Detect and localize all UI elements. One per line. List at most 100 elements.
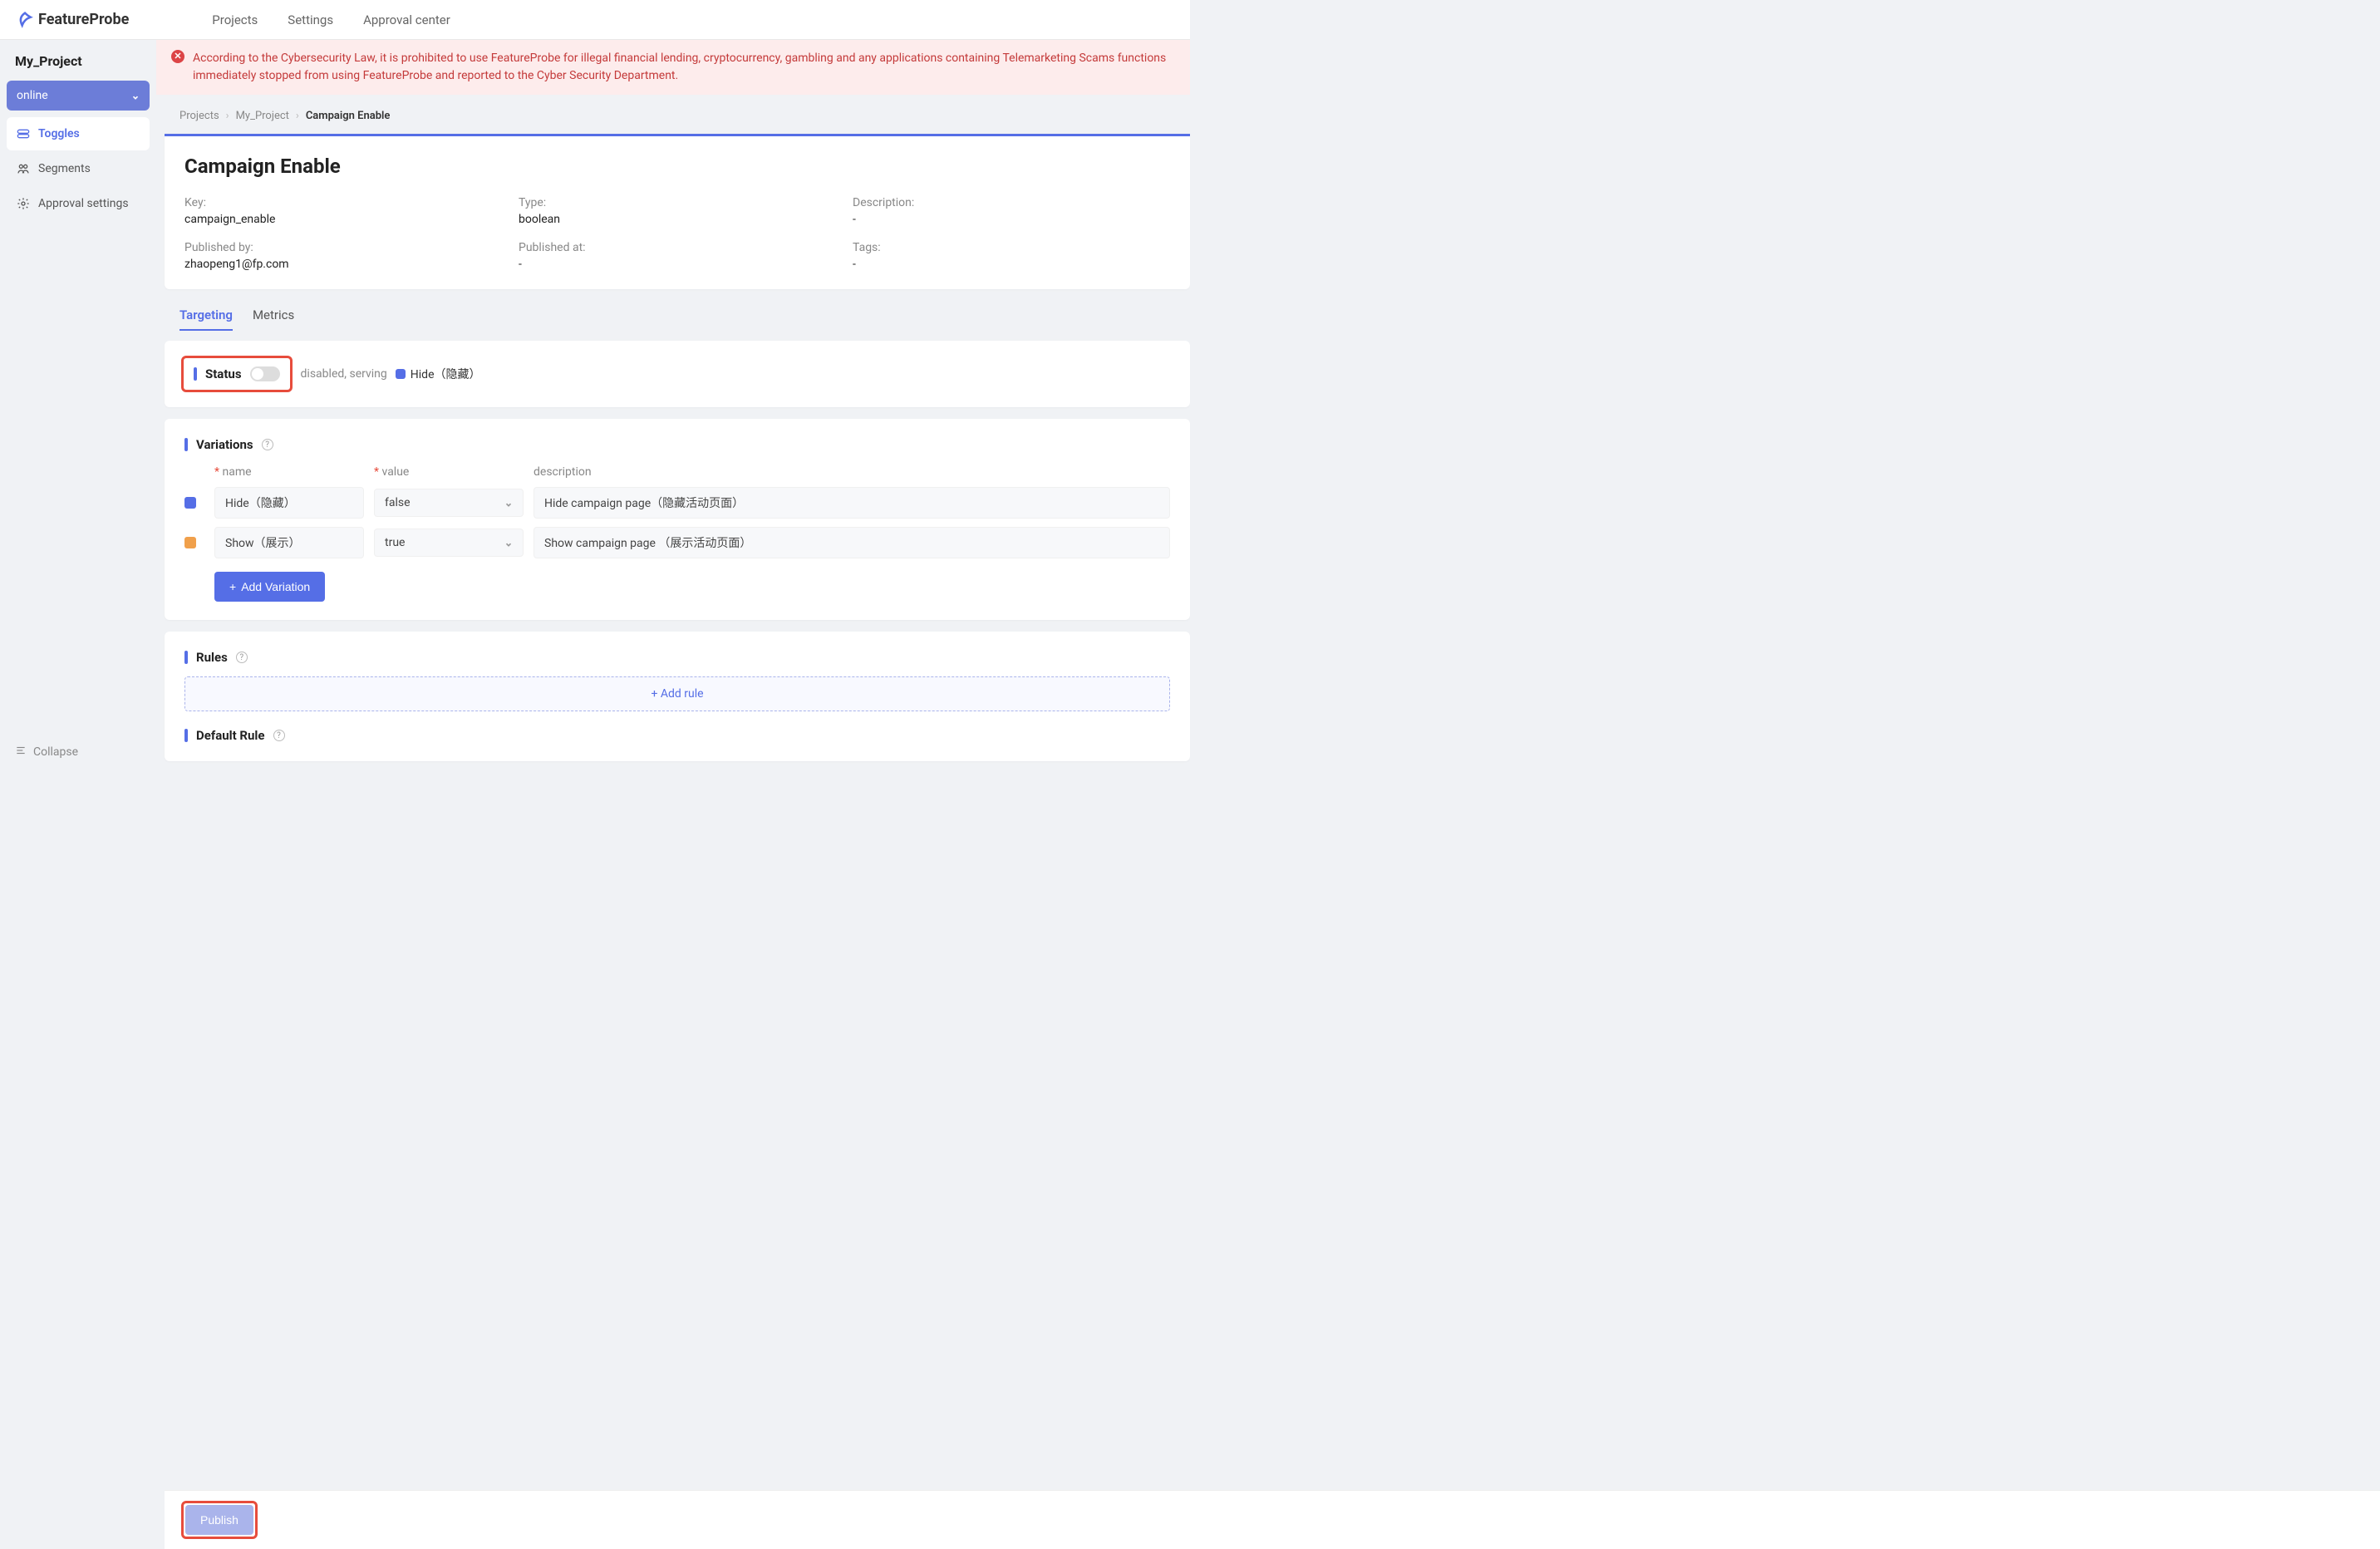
feather-fp-icon bbox=[17, 12, 33, 28]
publish-bar: Publish bbox=[165, 1490, 2380, 1549]
sidebar-nav: Toggles Segments Approval settings bbox=[7, 117, 150, 220]
meta-pubby-label: Published by: bbox=[184, 241, 502, 254]
variation-row: Show（展示） true Show campaign page （展示活动页面… bbox=[184, 527, 1170, 558]
status-serving-text: disabled, serving bbox=[301, 367, 387, 381]
meta-type-label: Type: bbox=[519, 196, 836, 209]
chevron-down-icon bbox=[504, 538, 513, 547]
section-bar-icon bbox=[184, 651, 188, 664]
sidebar-item-label: Segments bbox=[38, 162, 91, 175]
publish-button[interactable]: Publish bbox=[185, 1505, 253, 1535]
meta-pubat-label: Published at: bbox=[519, 241, 836, 254]
main-content: ✕ According to the Cybersecurity Law, it… bbox=[156, 40, 1190, 774]
section-bar-icon bbox=[184, 438, 188, 451]
meta-pubby-value: zhaopeng1@fp.com bbox=[184, 258, 502, 271]
rules-title: Rules bbox=[196, 650, 228, 665]
status-card: Status disabled, serving Hide（隐藏） bbox=[165, 341, 1190, 407]
variation-value: true bbox=[385, 536, 405, 549]
project-name: My_Project bbox=[7, 53, 150, 81]
add-variation-button[interactable]: + Add Variation bbox=[214, 572, 325, 602]
serving-variation-label: Hide（隐藏） bbox=[411, 366, 481, 382]
variation-value-select[interactable]: false bbox=[374, 489, 524, 517]
brand-name: FeatureProbe bbox=[38, 11, 129, 28]
alert-icon: ✕ bbox=[171, 50, 184, 63]
variation-value: false bbox=[385, 496, 411, 509]
meta-pubat-value: - bbox=[519, 258, 836, 271]
variation-desc-input[interactable]: Show campaign page （展示活动页面） bbox=[534, 527, 1170, 558]
meta-key-label: Key: bbox=[184, 196, 502, 209]
col-name-label: name bbox=[214, 465, 364, 479]
publish-label: Publish bbox=[200, 1513, 238, 1527]
brand-logo[interactable]: FeatureProbe bbox=[17, 11, 129, 28]
meta-desc-value: - bbox=[853, 213, 1170, 226]
detail-tabs: Targeting Metrics bbox=[156, 301, 1190, 331]
variation-name-input[interactable]: Show（展示） bbox=[214, 527, 364, 558]
meta-desc-label: Description: bbox=[853, 196, 1170, 209]
breadcrumb-project[interactable]: My_Project bbox=[236, 110, 289, 122]
section-bar-icon bbox=[184, 729, 188, 742]
environment-select[interactable]: online bbox=[7, 81, 150, 111]
variation-row: Hide（隐藏） false Hide campaign page（隐藏活动页面… bbox=[184, 487, 1170, 519]
toggle-info-card: Campaign Enable Key: campaign_enable Typ… bbox=[165, 134, 1190, 289]
rules-card: Rules ? + Add rule Default Rule ? bbox=[165, 632, 1190, 761]
collapse-button[interactable]: Collapse bbox=[7, 736, 150, 768]
segments-icon bbox=[17, 162, 30, 175]
status-title: Status bbox=[205, 366, 242, 381]
sidebar: My_Project online Toggles Segments bbox=[0, 40, 156, 774]
plus-icon: + bbox=[651, 687, 660, 701]
breadcrumb-projects[interactable]: Projects bbox=[179, 110, 219, 122]
alert-text: According to the Cybersecurity Law, it i… bbox=[193, 50, 1175, 85]
toggles-icon bbox=[17, 127, 30, 140]
sidebar-item-segments[interactable]: Segments bbox=[7, 152, 150, 185]
meta-type-value: boolean bbox=[519, 213, 836, 226]
topnav-projects[interactable]: Projects bbox=[212, 12, 258, 27]
security-alert: ✕ According to the Cybersecurity Law, it… bbox=[156, 40, 1190, 95]
meta-tags-value: - bbox=[853, 258, 1170, 271]
topbar: FeatureProbe Projects Settings Approval … bbox=[0, 0, 1190, 40]
variation-color-dot bbox=[184, 537, 196, 548]
sidebar-item-label: Toggles bbox=[38, 127, 80, 140]
variations-card: Variations ? name value description Hide… bbox=[165, 419, 1190, 620]
default-rule-title: Default Rule bbox=[196, 728, 265, 743]
breadcrumb-sep: › bbox=[226, 110, 229, 122]
help-icon[interactable]: ? bbox=[273, 730, 285, 741]
add-rule-button[interactable]: + Add rule bbox=[184, 676, 1170, 711]
meta-tags-label: Tags: bbox=[853, 241, 1170, 254]
environment-label: online bbox=[17, 89, 48, 102]
status-highlight: Status bbox=[181, 356, 293, 392]
collapse-label: Collapse bbox=[33, 745, 78, 759]
section-bar-icon bbox=[194, 367, 197, 381]
sidebar-item-approval[interactable]: Approval settings bbox=[7, 187, 150, 220]
topnav-settings[interactable]: Settings bbox=[288, 12, 333, 27]
status-toggle-switch[interactable] bbox=[250, 366, 280, 381]
variation-color-dot bbox=[184, 497, 196, 509]
help-icon[interactable]: ? bbox=[236, 652, 248, 663]
variation-name-input[interactable]: Hide（隐藏） bbox=[214, 487, 364, 519]
breadcrumb: Projects › My_Project › Campaign Enable bbox=[156, 95, 1190, 134]
serving-variation-chip: Hide（隐藏） bbox=[396, 366, 481, 382]
toggle-meta-grid: Key: campaign_enable Type: boolean Descr… bbox=[184, 196, 1170, 271]
sidebar-item-toggles[interactable]: Toggles bbox=[7, 117, 150, 150]
tab-targeting[interactable]: Targeting bbox=[179, 301, 233, 331]
col-value-label: value bbox=[374, 465, 524, 479]
add-rule-label: Add rule bbox=[661, 687, 704, 701]
chevron-down-icon bbox=[131, 91, 140, 100]
col-desc-label: description bbox=[534, 465, 1170, 479]
sidebar-item-label: Approval settings bbox=[38, 197, 129, 210]
publish-highlight: Publish bbox=[181, 1501, 258, 1539]
variation-color-dot bbox=[396, 369, 406, 379]
variation-value-select[interactable]: true bbox=[374, 529, 524, 557]
add-variation-label: Add Variation bbox=[241, 580, 310, 593]
variation-desc-input[interactable]: Hide campaign page（隐藏活动页面） bbox=[534, 487, 1170, 519]
topnav-approval[interactable]: Approval center bbox=[363, 12, 450, 27]
plus-icon: + bbox=[229, 580, 236, 593]
help-icon[interactable]: ? bbox=[262, 439, 273, 450]
variations-title: Variations bbox=[196, 437, 253, 452]
gear-icon bbox=[17, 197, 30, 210]
tab-metrics[interactable]: Metrics bbox=[253, 301, 294, 331]
breadcrumb-current: Campaign Enable bbox=[306, 110, 391, 122]
top-nav: Projects Settings Approval center bbox=[212, 12, 450, 27]
collapse-icon bbox=[15, 745, 27, 760]
chevron-down-icon bbox=[504, 499, 513, 507]
breadcrumb-sep: › bbox=[296, 110, 299, 122]
toggle-title: Campaign Enable bbox=[184, 155, 1170, 178]
